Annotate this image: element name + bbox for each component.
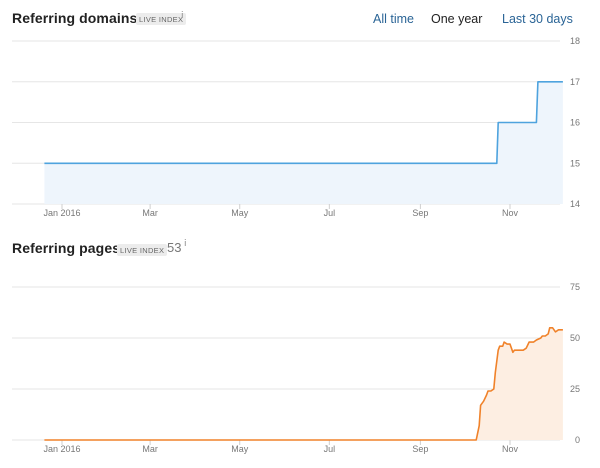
x-tick-label: Mar [142, 208, 158, 218]
y-tick-label: 14 [570, 199, 580, 209]
series-area [44, 81, 563, 204]
y-tick-label: 16 [570, 118, 580, 128]
series-area [44, 327, 563, 440]
y-tick-label: 25 [570, 384, 580, 394]
x-tick-label: Jan 2016 [43, 444, 80, 454]
y-tick-label: 15 [570, 158, 580, 168]
x-tick-label: May [231, 444, 249, 454]
x-tick-label: Nov [502, 444, 519, 454]
charts-canvas: 14 15 16 17 18 Jan 2016 Mar May Jul Sep Nov 0 25 50 75… [12, 36, 580, 454]
x-tick-label: Mar [142, 444, 158, 454]
x-tick-label: Sep [412, 444, 428, 454]
y-tick-label: 18 [570, 36, 580, 46]
x-tick-label: Nov [502, 208, 519, 218]
x-tick-label: Jan 2016 [43, 208, 80, 218]
y-tick-label: 75 [570, 282, 580, 292]
y-tick-label: 0 [575, 435, 580, 445]
y-tick-label: 17 [570, 77, 580, 87]
x-tick-label: Jul [324, 444, 336, 454]
y-tick-label: 50 [570, 333, 580, 343]
x-tick-label: Sep [412, 208, 428, 218]
x-tick-label: May [231, 208, 249, 218]
x-tick-label: Jul [324, 208, 336, 218]
